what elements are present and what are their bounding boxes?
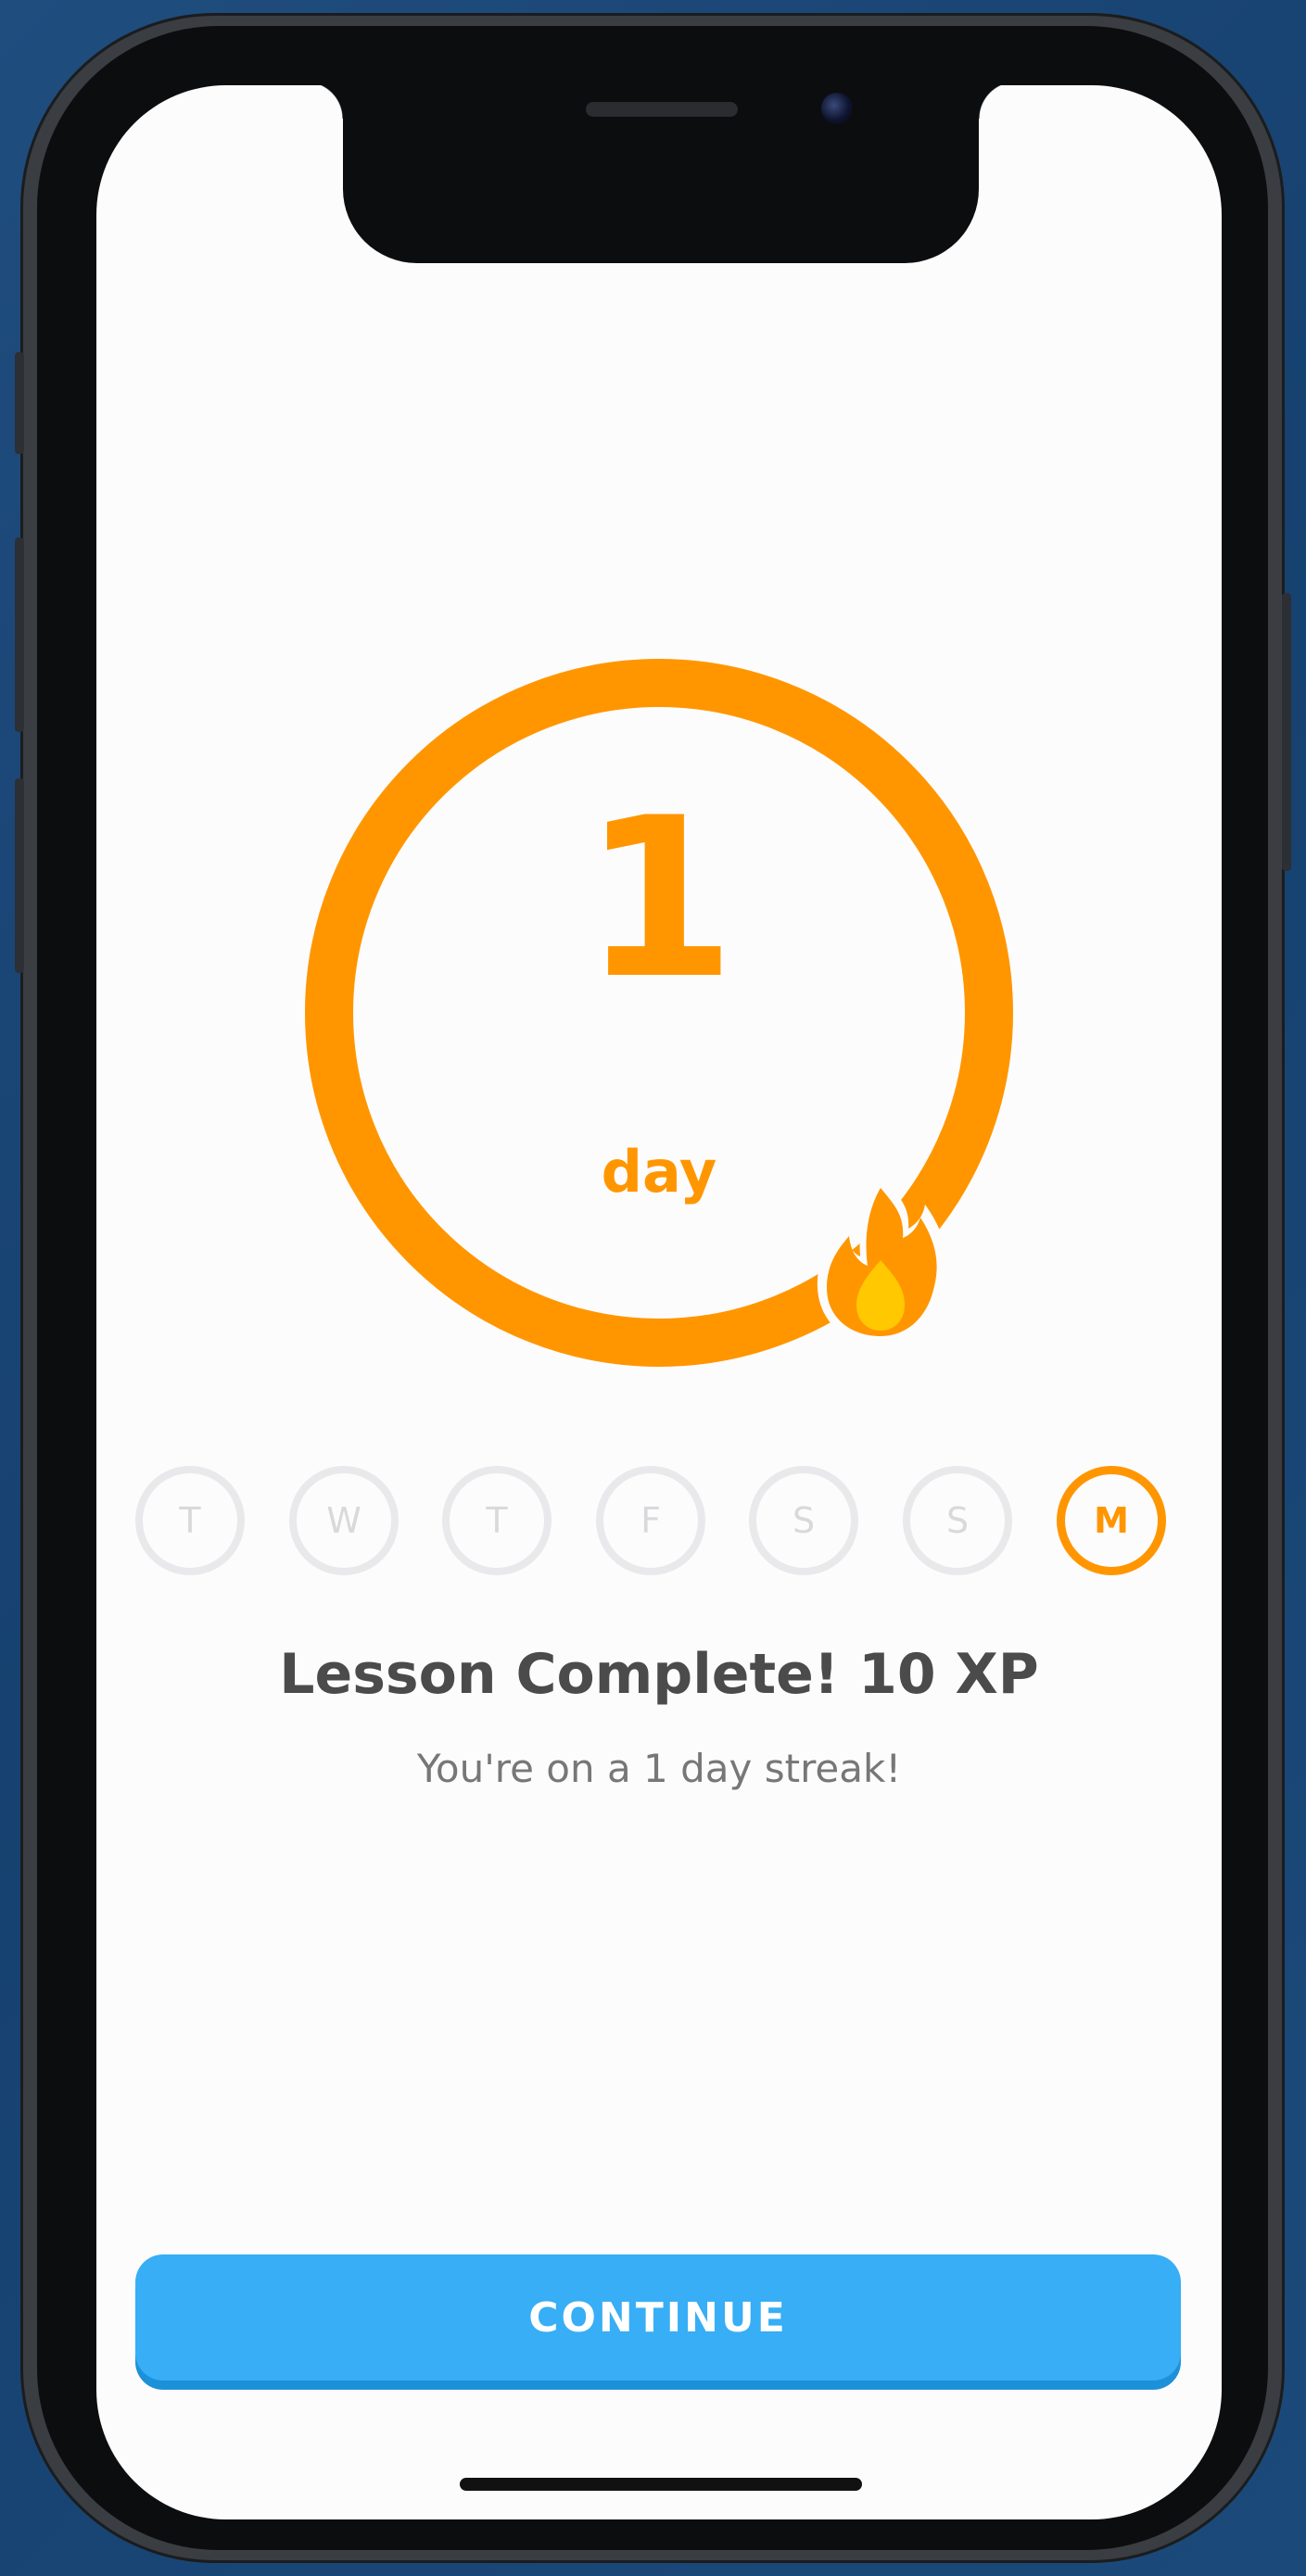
day-circle-sunday: S [903, 1466, 1012, 1575]
day-circle-tuesday: T [135, 1466, 245, 1575]
day-circle-friday: F [596, 1466, 705, 1575]
day-circle-thursday: T [442, 1466, 552, 1575]
side-button-left [15, 352, 24, 454]
week-streak-row: T W T F S S M [135, 1466, 1192, 1596]
side-button-right [1282, 593, 1291, 871]
flame-icon [817, 1175, 947, 1345]
speaker-grille [586, 102, 738, 117]
notch [306, 85, 1016, 263]
day-circle-saturday: S [749, 1466, 858, 1575]
streak-count: 1 [582, 771, 736, 1028]
front-camera [821, 93, 853, 124]
home-indicator[interactable] [460, 2478, 862, 2491]
app-screen: 1 day T W T F S S M Lesson Complete! 10 … [96, 85, 1222, 2519]
lesson-complete-title: Lesson Complete! 10 XP [279, 1642, 1039, 1707]
side-button-left-3 [15, 778, 24, 973]
day-circle-monday-active: M [1057, 1466, 1166, 1575]
streak-message: You're on a 1 day streak! [416, 1746, 902, 1791]
side-button-left-2 [15, 537, 24, 732]
continue-button[interactable]: CONTINUE [135, 2254, 1181, 2380]
streak-unit-label: day [601, 1138, 717, 1206]
day-circle-wednesday: W [289, 1466, 399, 1575]
